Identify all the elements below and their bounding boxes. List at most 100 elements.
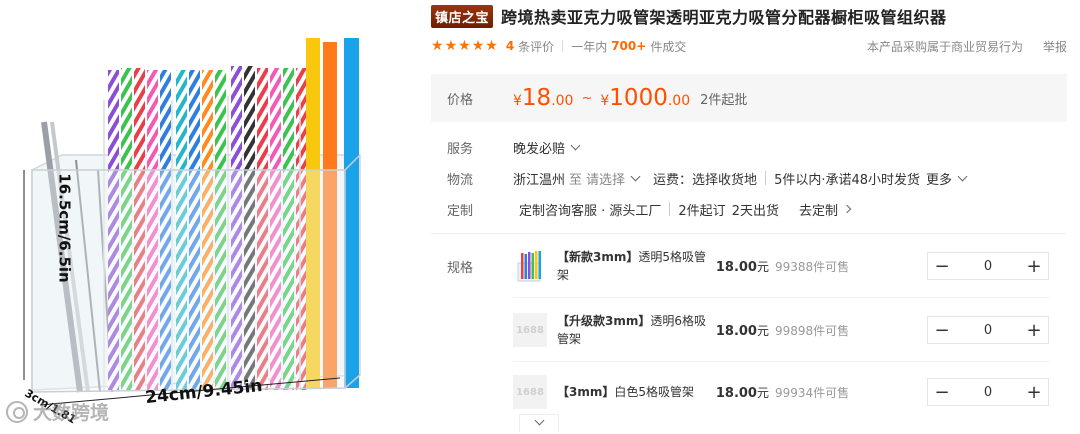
- title-row: 镇店之宝 跨境热卖亚克力吸管架透明亚克力吸管分配器橱柜吸管组织器: [431, 4, 947, 28]
- price-high-decimal: .00: [667, 93, 691, 109]
- spec-stock: 99898件可售: [775, 323, 850, 338]
- service-value[interactable]: 晚发必赔: [513, 138, 565, 157]
- customize-lead-time: 2天出货: [731, 203, 779, 219]
- ship-to-prefix: 至: [569, 172, 583, 188]
- increase-quantity-button[interactable]: +: [1020, 317, 1048, 343]
- divider: [765, 171, 767, 185]
- divider: [562, 40, 564, 52]
- sold-suffix: 件成交: [650, 39, 687, 54]
- decrease-quantity-button[interactable]: −: [928, 317, 956, 343]
- spec-stock: 99388件可售: [775, 259, 850, 274]
- watermark-logo-icon: [6, 400, 28, 423]
- customize-min-order: 2件起订: [678, 203, 726, 219]
- spec-name: 【新款3mm】透明5格吸管架: [557, 248, 707, 284]
- quantity-stepper: − 0 +: [927, 252, 1049, 280]
- row-divider: [513, 297, 1049, 298]
- shop-treasure-badge: 镇店之宝: [431, 4, 494, 28]
- price-low: ¥ 18 .00: [513, 85, 573, 111]
- quantity-stepper: − 0 +: [927, 378, 1049, 406]
- spec-row: 1688 【3mm】白色5格吸管架 18.00元 99934件可售 − 0 +: [513, 366, 1049, 418]
- spec-price-value: 18.00: [715, 385, 757, 401]
- straw-holder-thumb-icon: [517, 251, 541, 282]
- spec-name: 【3mm】白色5格吸管架: [557, 383, 707, 401]
- logistics-more[interactable]: 更多: [926, 169, 952, 188]
- spec-row: 1688 【升级款3mm】透明6格吸管架 18.00元 99898件可售 − 0…: [513, 304, 1049, 356]
- spec-price-value: 18.00: [715, 323, 757, 339]
- spec-tag: 【升级款3mm】: [557, 314, 651, 328]
- spec-price-value: 18.00: [715, 259, 757, 275]
- quantity-input[interactable]: 0: [984, 323, 992, 338]
- year-prefix: 一年内: [571, 39, 608, 54]
- rating-right: 本产品采购属于商业贸易行为 举报: [867, 38, 1067, 55]
- spec-stock: 99934件可售: [775, 385, 850, 400]
- product-page: 16.5cm/6.5in 24cm/9.45in 3cm/1.81 大数跨境 镇…: [0, 0, 1080, 434]
- chevron-down-icon[interactable]: [630, 171, 641, 181]
- price-high-integer: 1000: [609, 85, 668, 111]
- star-icon: ★: [431, 38, 444, 54]
- spec-row: 【新款3mm】透明5格吸管架 18.00元 99388件可售 − 0 +: [513, 240, 1049, 292]
- spec-tag: 【新款3mm】: [557, 250, 639, 264]
- star-icon: ★: [485, 38, 498, 54]
- height-dimension-label: 16.5cm/6.5in: [55, 173, 74, 283]
- min-order-quantity: 2件起批: [700, 92, 748, 108]
- trade-notice: 本产品采购属于商业贸易行为: [866, 39, 1023, 54]
- customize-label: 定制: [447, 203, 474, 219]
- price-high: ¥ 1000 .00: [600, 85, 690, 111]
- sold-count: 700+: [611, 39, 647, 53]
- spec-title: 白色5格吸管架: [614, 385, 694, 399]
- customize-service: 定制咨询客服 · 源头工厂: [519, 203, 662, 219]
- shipping-fee: 运费：选择收货地: [653, 172, 758, 188]
- logistics-row: 物流 浙江温州 至 请选择 运费：选择收货地 5件以内·承诺48小时发货 更多: [447, 168, 968, 188]
- customize-row: 定制 定制咨询客服 · 源头工厂 2件起订 2天出货 去定制: [447, 199, 852, 219]
- decrease-quantity-button[interactable]: −: [928, 379, 956, 405]
- review-suffix[interactable]: 条评价: [518, 38, 554, 55]
- chevron-down-icon[interactable]: [570, 140, 581, 150]
- decrease-quantity-button[interactable]: −: [928, 253, 956, 279]
- price-box: 价格 ¥ 18 .00 ~ ¥ 1000 .00 2件起批: [431, 74, 1067, 122]
- expand-specs-button[interactable]: [519, 414, 559, 432]
- spec-thumbnail-placeholder[interactable]: 1688: [513, 375, 547, 409]
- increase-quantity-button[interactable]: +: [1020, 253, 1048, 279]
- service-label: 服务: [447, 141, 474, 157]
- spec-label: 规格: [447, 261, 474, 276]
- price-label: 价格: [447, 92, 474, 108]
- spec-price-unit: 元: [756, 323, 769, 338]
- logistics-label: 物流: [447, 172, 474, 188]
- increase-quantity-button[interactable]: +: [1020, 379, 1048, 405]
- review-count[interactable]: 4: [506, 39, 514, 53]
- price-low-decimal: .00: [551, 93, 574, 109]
- ship-to-select[interactable]: 请选择: [586, 169, 625, 188]
- spec-name: 【升级款3mm】透明6格吸管架: [557, 312, 707, 348]
- spec-tag: 【3mm】: [557, 385, 615, 399]
- watermark-text: 大数跨境: [33, 402, 110, 424]
- divider: [669, 202, 671, 216]
- star-icon: ★: [458, 38, 471, 54]
- chevron-right-icon[interactable]: [842, 204, 852, 214]
- customize-link[interactable]: 去定制: [799, 200, 838, 219]
- currency-symbol: ¥: [513, 93, 522, 109]
- chevron-down-icon: [534, 415, 544, 426]
- service-row: 服务 晚发必赔: [447, 137, 581, 157]
- delivery-promise: 5件以内·承诺48小时发货: [774, 172, 921, 188]
- quantity-input[interactable]: 0: [984, 385, 992, 400]
- star-rating: ★ ★ ★ ★ ★: [431, 39, 498, 53]
- spec-thumbnail-placeholder[interactable]: 1688: [513, 313, 547, 347]
- star-icon: ★: [444, 38, 458, 54]
- report-link[interactable]: 举报: [1043, 38, 1067, 55]
- price-range-tilde: ~: [581, 90, 593, 106]
- spec-price-unit: 元: [756, 385, 769, 400]
- rating-row: ★ ★ ★ ★ ★ 4 条评价 一年内 700+ 件成交 本产品采购属于商业贸易…: [431, 36, 1067, 56]
- spec-price: 18.00元: [715, 258, 769, 275]
- product-title: 跨境热卖亚克力吸管架透明亚克力吸管分配器橱柜吸管组织器: [501, 8, 947, 27]
- watermark: 大数跨境: [6, 398, 109, 425]
- spec-price-unit: 元: [756, 259, 769, 274]
- quantity-input[interactable]: 0: [984, 259, 992, 274]
- currency-symbol: ¥: [600, 93, 610, 109]
- spec-thumbnail[interactable]: [513, 249, 547, 283]
- product-main-image[interactable]: 16.5cm/6.5in 24cm/9.45in 3cm/1.81 大数跨境: [0, 0, 420, 434]
- quantity-stepper: − 0 +: [927, 316, 1049, 344]
- ship-from: 浙江温州: [513, 172, 566, 188]
- spec-price: 18.00元: [715, 384, 769, 401]
- star-icon: ★: [471, 38, 485, 54]
- chevron-down-icon[interactable]: [957, 171, 968, 181]
